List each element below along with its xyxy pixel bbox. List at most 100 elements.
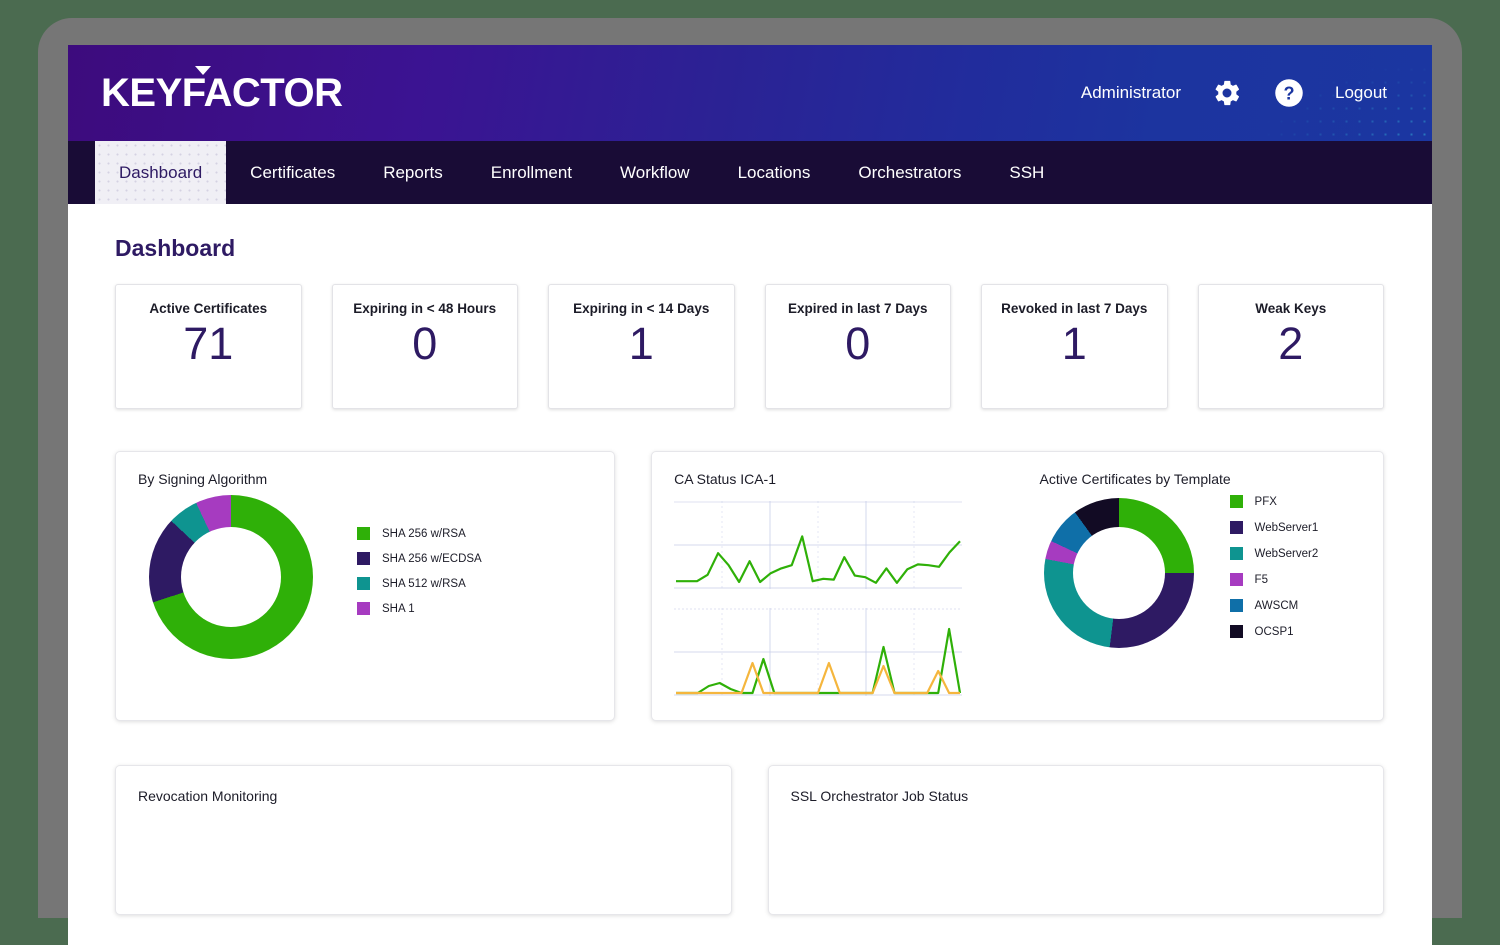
panel-revocation-monitoring: Revocation Monitoring xyxy=(115,765,732,915)
panel-title: By Signing Algorithm xyxy=(138,471,268,487)
kpi-label: Expiring in < 14 Days xyxy=(573,301,710,316)
legend-item[interactable]: SHA 256 w/RSA xyxy=(357,527,482,540)
nav-label-locations: Locations xyxy=(737,162,811,182)
logo-caret-icon xyxy=(195,66,211,75)
panel-by-signing-algorithm: By Signing Algorithm SHA 256 w/RSA SHA 25… xyxy=(115,451,616,721)
panel-title: SSL Orchestrator Job Status xyxy=(790,788,969,804)
kpi-card-weak-keys[interactable]: Weak Keys 2 xyxy=(1197,284,1384,409)
legend-label: F5 xyxy=(1254,573,1268,586)
legend-swatch xyxy=(357,527,370,540)
main-navigation: Dashboard Certificates Reports Enrollmen… xyxy=(68,141,1432,204)
logout-button[interactable]: Logout xyxy=(1335,83,1387,103)
keyfactor-logo[interactable]: KEYFACTOR xyxy=(101,66,343,115)
question-circle-icon[interactable]: ? xyxy=(1273,77,1305,109)
kpi-label: Revoked in last 7 Days xyxy=(1001,301,1148,316)
kpi-card-expiring-48-hours[interactable]: Expiring in < 48 Hours 0 xyxy=(331,284,518,409)
legend-swatch xyxy=(357,552,370,565)
legend-swatch xyxy=(1229,495,1243,508)
legend-item[interactable]: AWSCM xyxy=(1229,599,1319,612)
donut-chart-signing-algorithm[interactable] xyxy=(149,495,313,659)
ca-status-lower-chart[interactable] xyxy=(674,608,963,696)
nav-label-reports: Reports xyxy=(383,162,443,182)
kpi-value: 1 xyxy=(628,318,654,369)
legend-label: WebServer2 xyxy=(1254,547,1319,560)
panel-ca-status: CA Status ICA-1 xyxy=(652,452,1017,720)
nav-item-reports[interactable]: Reports xyxy=(359,141,467,204)
legend-item[interactable]: OCSP1 xyxy=(1229,625,1319,638)
kpi-value: 71 xyxy=(183,318,234,369)
page-content: Dashboard Active Certificates 71 Expirin… xyxy=(68,204,1432,945)
signing-algorithm-chart: SHA 256 w/RSA SHA 256 w/ECDSA SHA 512 w/RS… xyxy=(138,495,592,659)
logo-text: KEYFACTOR xyxy=(101,71,343,115)
legend-item[interactable]: SHA 512 w/RSA xyxy=(357,577,482,590)
bottom-panel-row: Revocation Monitoring SSL Orchestrator J… xyxy=(115,765,1384,915)
kpi-card-expired-last-7-days[interactable]: Expired in last 7 Days 0 xyxy=(764,284,951,409)
nav-item-workflow[interactable]: Workflow xyxy=(596,141,714,204)
nav-item-certificates[interactable]: Certificates xyxy=(226,141,359,204)
legend-label: WebServer1 xyxy=(1254,521,1319,534)
legend-label: SHA 256 w/RSA xyxy=(382,527,466,540)
legend-item[interactable]: F5 xyxy=(1229,573,1319,586)
nav-item-ssh[interactable]: SSH xyxy=(985,141,1068,204)
legend-item[interactable]: PFX xyxy=(1229,495,1319,508)
nav-item-orchestrators[interactable]: Orchestrators xyxy=(834,141,985,204)
kpi-label: Active Certificates xyxy=(149,301,268,316)
ca-status-upper-chart[interactable] xyxy=(674,501,963,589)
ca-status-sparklines xyxy=(674,501,995,696)
kpi-label: Expiring in < 48 Hours xyxy=(353,301,497,316)
nav-item-dashboard[interactable]: Dashboard xyxy=(95,141,227,204)
nav-label-certificates: Certificates xyxy=(250,162,336,182)
gear-icon[interactable] xyxy=(1211,77,1243,109)
kpi-label: Weak Keys xyxy=(1255,301,1327,316)
legend-swatch xyxy=(1229,599,1243,612)
header-actions: Administrator ? Logout xyxy=(1081,77,1387,109)
app-screen: KEYFACTOR Administrator ? Logout Dashboa… xyxy=(68,45,1432,945)
template-chart: PFX WebServer1 WebServer2 F5 AWSCM OCSP1 xyxy=(1040,495,1361,651)
panel-title: Revocation Monitoring xyxy=(138,788,278,804)
kpi-value: 0 xyxy=(845,318,871,369)
legend-signing-algorithm: SHA 256 w/RSA SHA 256 w/ECDSA SHA 512 w/RS… xyxy=(357,527,482,627)
legend-item[interactable]: WebServer2 xyxy=(1229,547,1319,560)
panel-title: CA Status ICA-1 xyxy=(674,471,777,487)
legend-swatch xyxy=(357,577,370,590)
legend-swatch xyxy=(1229,573,1243,586)
nav-label-enrollment: Enrollment xyxy=(490,162,572,182)
legend-template: PFX WebServer1 WebServer2 F5 AWSCM OCSP1 xyxy=(1229,495,1319,651)
panel-ca-status-and-template: CA Status ICA-1 Active Certificates by T… xyxy=(651,451,1384,721)
kpi-value: 1 xyxy=(1061,318,1087,369)
legend-item[interactable]: WebServer1 xyxy=(1229,521,1319,534)
page-title: Dashboard xyxy=(115,235,236,261)
nav-item-locations[interactable]: Locations xyxy=(714,141,835,204)
device-frame: KEYFACTOR Administrator ? Logout Dashboa… xyxy=(38,18,1462,945)
nav-label-workflow: Workflow xyxy=(620,162,690,182)
kpi-card-revoked-last-7-days[interactable]: Revoked in last 7 Days 1 xyxy=(981,284,1168,409)
series-line-issued xyxy=(676,535,961,584)
donut-chart-template[interactable] xyxy=(1043,498,1194,648)
kpi-value: 0 xyxy=(412,318,438,369)
legend-item[interactable]: SHA 256 w/ECDSA xyxy=(357,552,482,565)
chart-panel-row: By Signing Algorithm SHA 256 w/RSA SHA 25… xyxy=(115,451,1384,721)
kpi-card-active-certificates[interactable]: Active Certificates 71 xyxy=(115,284,302,409)
kpi-card-expiring-14-days[interactable]: Expiring in < 14 Days 1 xyxy=(548,284,735,409)
panel-ssl-orchestrator-job-status: SSL Orchestrator Job Status xyxy=(767,765,1384,915)
legend-swatch xyxy=(1229,521,1243,534)
legend-label: AWSCM xyxy=(1254,599,1299,612)
panel-title: Active Certificates by Template xyxy=(1039,471,1231,487)
svg-text:?: ? xyxy=(1283,84,1294,104)
panel-active-certificates-by-template: Active Certificates by Template PFX WebSe… xyxy=(1018,452,1383,720)
kpi-label: Expired in last 7 Days xyxy=(787,301,928,316)
nav-label-orchestrators: Orchestrators xyxy=(858,162,962,182)
legend-swatch xyxy=(357,602,370,615)
legend-label: SHA 256 w/ECDSA xyxy=(382,552,482,565)
legend-label: OCSP1 xyxy=(1254,625,1294,638)
kpi-value: 2 xyxy=(1278,318,1304,369)
legend-label: SHA 1 xyxy=(382,602,415,615)
nav-label-dashboard: Dashboard xyxy=(119,162,203,182)
legend-item[interactable]: SHA 1 xyxy=(357,602,482,615)
nav-label-ssh: SSH xyxy=(1009,162,1045,182)
nav-item-enrollment[interactable]: Enrollment xyxy=(467,141,596,204)
current-user-label: Administrator xyxy=(1080,83,1181,102)
legend-swatch xyxy=(1229,547,1243,560)
legend-swatch xyxy=(1229,625,1243,638)
legend-label: PFX xyxy=(1254,495,1277,508)
